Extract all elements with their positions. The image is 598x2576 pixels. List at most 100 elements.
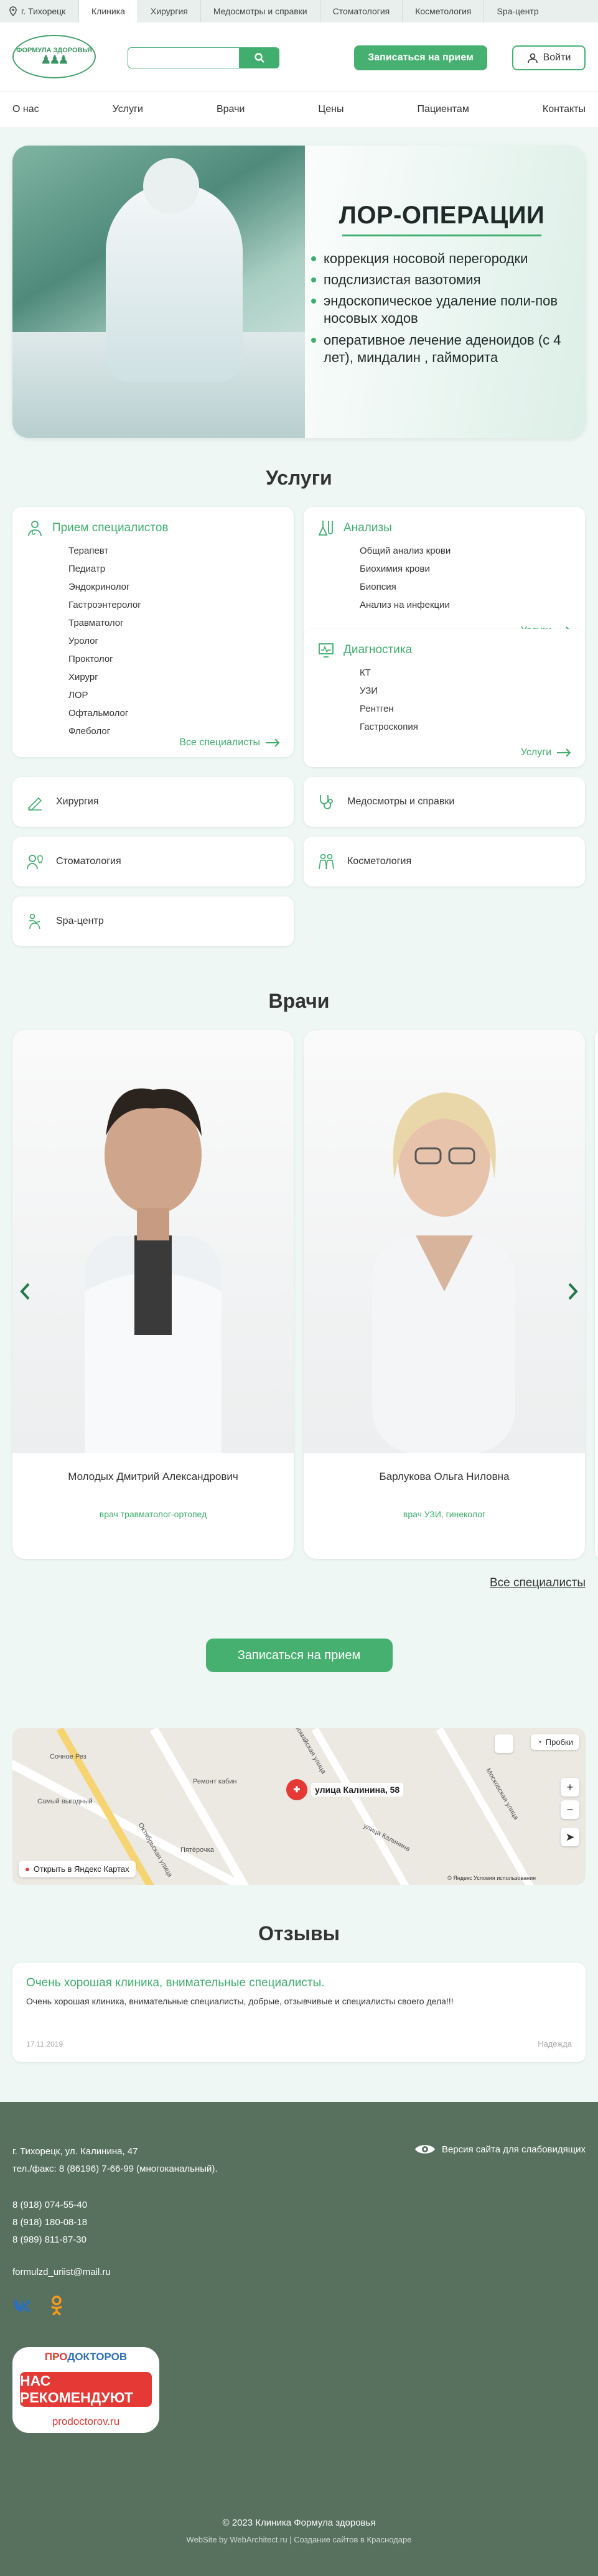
yandex-map[interactable]: Сочное Рез Самый выгодный Ремонт кабин П… bbox=[12, 1728, 586, 1885]
geolocation-button[interactable]: ➤ bbox=[561, 1828, 579, 1846]
analysis-item[interactable]: Анализ на инфекции bbox=[360, 596, 571, 614]
specialist-item[interactable]: Офтальмолог bbox=[68, 704, 280, 722]
specialist-item[interactable]: Терапевт bbox=[68, 542, 280, 560]
analysis-item[interactable]: Биохимия крови bbox=[360, 560, 571, 578]
all-doctors-link[interactable]: Все специалисты bbox=[490, 1576, 586, 1590]
scalpel-icon bbox=[27, 797, 42, 811]
service-dentistry[interactable]: Стоматология bbox=[12, 837, 294, 886]
service-checkups[interactable]: Медосмотры и справки bbox=[304, 777, 585, 827]
banner-item: коррекция носовой перегородки bbox=[311, 250, 572, 267]
chevron-left-icon bbox=[20, 1283, 30, 1300]
traffic-icon: ◔ bbox=[536, 1737, 542, 1747]
diagnostic-item[interactable]: КТ bbox=[360, 664, 571, 682]
traffic-button[interactable]: ◔ Пробки bbox=[530, 1734, 579, 1750]
specialist-item[interactable]: Гастроэнтеролог bbox=[68, 596, 280, 614]
service-surgery[interactable]: Хирургия bbox=[12, 777, 294, 827]
map-pin[interactable]: ✚ улица Калинина, 58 bbox=[286, 1779, 404, 1800]
tab-cosmetology[interactable]: Косметология bbox=[402, 0, 484, 22]
footer-phone[interactable]: 8 (989) 811-87-30 bbox=[12, 2231, 586, 2249]
zoom-in-button[interactable]: + bbox=[561, 1778, 579, 1797]
all-specialists-link[interactable]: Все специалисты bbox=[179, 737, 280, 748]
doctor-card[interactable]: Молодых Дмитрий Александрович врач травм… bbox=[12, 1030, 294, 1559]
map-label: Самый выгодный bbox=[37, 1798, 93, 1805]
badge-top-text: ПРОДОКТОРОВ bbox=[44, 2351, 128, 2363]
book-appointment-button[interactable]: Записаться на прием bbox=[354, 45, 487, 70]
nav-about[interactable]: О нас bbox=[12, 104, 39, 115]
service-spa[interactable]: Spa-центр bbox=[12, 896, 294, 946]
service-checkups-label: Медосмотры и справки bbox=[347, 796, 455, 807]
diagnostics-more-link[interactable]: Услуги bbox=[521, 747, 571, 758]
specialist-item[interactable]: Эндокринолог bbox=[68, 578, 280, 596]
carousel-prev-button[interactable] bbox=[12, 1279, 37, 1304]
analyses-heading[interactable]: Анализы bbox=[343, 521, 392, 535]
footer: г. Тихорецк, ул. Калинина, 47 тел./факс:… bbox=[0, 2102, 598, 2576]
nav-services[interactable]: Услуги bbox=[113, 104, 143, 115]
carousel-next-button[interactable] bbox=[561, 1279, 586, 1304]
search-input[interactable] bbox=[128, 47, 240, 68]
city-selector[interactable]: г. Тихорецк bbox=[0, 0, 78, 22]
arrow-right-icon bbox=[557, 748, 571, 757]
map-address: улица Калинина, 58 bbox=[311, 1783, 404, 1797]
spa-icon bbox=[28, 913, 40, 929]
banner-list: коррекция носовой перегородки подслизист… bbox=[311, 250, 572, 366]
specialist-item[interactable]: Хирург bbox=[68, 668, 280, 686]
monitor-icon bbox=[319, 643, 334, 658]
nav-contacts[interactable]: Контакты bbox=[543, 104, 586, 115]
tab-clinic[interactable]: Клиника bbox=[78, 0, 138, 22]
promo-banner[interactable]: ЛОР-ОПЕРАЦИИ коррекция носовой перегород… bbox=[12, 146, 586, 438]
specialist-item[interactable]: Травматолог bbox=[68, 614, 280, 632]
search-icon bbox=[255, 53, 264, 63]
diagnostic-item[interactable]: УЗИ bbox=[360, 682, 571, 700]
odnoklassniki-icon[interactable] bbox=[50, 2295, 63, 2316]
specialist-item[interactable]: ЛОР bbox=[68, 686, 280, 704]
diagnostics-card: Диагностика КТ УЗИ Рентген Гастроскопия … bbox=[304, 629, 585, 767]
doctor-card[interactable]: Барлукова Ольга Ниловна врач УЗИ, гинеко… bbox=[304, 1030, 585, 1559]
specialist-item[interactable]: Уролог bbox=[68, 632, 280, 650]
tab-dentistry[interactable]: Стоматология bbox=[319, 0, 403, 22]
map-copyright: © Яндекс Условия использования bbox=[447, 1875, 536, 1881]
logo[interactable]: ФОРМУЛА ЗДОРОВЬЯ ♟♟♟ bbox=[12, 35, 96, 78]
nav-patients[interactable]: Пациентам bbox=[418, 104, 469, 115]
prodoctorov-badge[interactable]: ПРОДОКТОРОВ НАС РЕКОМЕНДУЮТ prodoctorov.… bbox=[12, 2347, 159, 2433]
service-dentistry-label: Стоматология bbox=[56, 856, 121, 867]
tab-spa[interactable]: Spa-центр bbox=[484, 0, 551, 22]
tab-checkups[interactable]: Медосмотры и справки bbox=[200, 0, 320, 22]
analysis-item[interactable]: Общий анализ крови bbox=[360, 542, 571, 560]
ruler-button[interactable] bbox=[495, 1734, 513, 1753]
diagnostic-item[interactable]: Рентген bbox=[360, 700, 571, 718]
low-vision-link[interactable]: Версия сайта для слабовидящих bbox=[414, 2143, 586, 2155]
footer-email[interactable]: formulzd_uriist@mail.ru bbox=[12, 2264, 586, 2281]
main-nav: О нас Услуги Врачи Цены Пациентам Контак… bbox=[0, 91, 598, 128]
book-appointment-button-center[interactable]: Записаться на прием bbox=[205, 1639, 393, 1672]
banner-item: подслизистая вазотомия bbox=[311, 271, 572, 289]
specialist-item[interactable]: Педиатр bbox=[68, 560, 280, 578]
map-label: Пятёрочка bbox=[180, 1846, 214, 1854]
footer-phone[interactable]: 8 (918) 180-08-18 bbox=[12, 2214, 586, 2231]
review-card[interactable]: Очень хорошая клиника, внимательные спец… bbox=[12, 1963, 586, 2062]
vk-icon[interactable] bbox=[12, 2299, 34, 2312]
zoom-out-button[interactable]: − bbox=[561, 1800, 579, 1819]
diagnostics-more-label: Услуги bbox=[520, 747, 551, 758]
doctor-icon bbox=[28, 521, 42, 537]
specialists-heading[interactable]: Прием специалистов bbox=[52, 521, 169, 535]
nav-doctors[interactable]: Врачи bbox=[217, 104, 245, 115]
logo-figures-icon: ♟♟♟ bbox=[40, 53, 68, 67]
nav-prices[interactable]: Цены bbox=[318, 104, 343, 115]
tab-surgery[interactable]: Хирургия bbox=[137, 0, 200, 22]
low-vision-label: Версия сайта для слабовидящих bbox=[441, 2144, 586, 2155]
search-box bbox=[128, 47, 279, 68]
diagnostics-heading[interactable]: Диагностика bbox=[343, 643, 412, 657]
diagnostic-item[interactable]: Гастроскопия bbox=[360, 718, 571, 736]
footer-developer[interactable]: WebSite by WebArchitect.ru | Создание са… bbox=[0, 2535, 598, 2544]
analysis-item[interactable]: Биопсия bbox=[360, 578, 571, 596]
map-label: Ремонт кабин bbox=[193, 1778, 237, 1785]
top-strip: г. Тихорецк Клиника Хирургия Медосмотры … bbox=[0, 0, 598, 22]
login-button[interactable]: Войти bbox=[512, 45, 586, 70]
yandex-pin-icon: ● bbox=[25, 1864, 30, 1874]
specialist-item[interactable]: Проктолог bbox=[68, 650, 280, 668]
badge-site: prodoctorov.ru bbox=[52, 2416, 120, 2427]
footer-phone[interactable]: 8 (918) 074-55-40 bbox=[12, 2197, 586, 2214]
open-in-yandex-maps[interactable]: ● Открыть в Яндекс Картах bbox=[19, 1861, 136, 1877]
search-button[interactable] bbox=[240, 47, 279, 68]
service-cosmetology[interactable]: Косметология bbox=[304, 837, 585, 886]
